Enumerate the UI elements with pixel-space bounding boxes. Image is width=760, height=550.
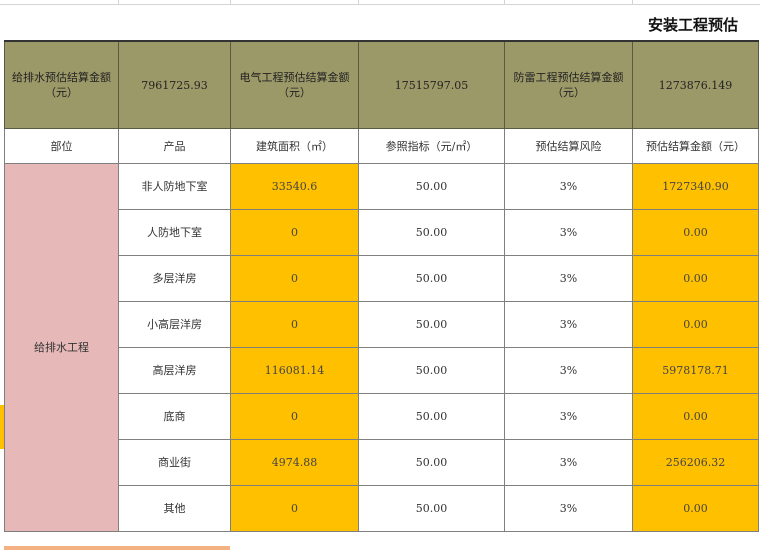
risk-cell[interactable]: 3% bbox=[504, 393, 633, 440]
spreadsheet: 安装工程预估 给排水预估结算金额（元） 7961725.93 电气工程预估结算金… bbox=[0, 0, 760, 550]
amount-cell[interactable]: 0.00 bbox=[632, 209, 759, 256]
index-cell[interactable]: 50.00 bbox=[358, 439, 505, 486]
table-row: 多层洋房 0 50.00 3% 0.00 bbox=[5, 255, 759, 302]
header-label-cell[interactable]: 防雷工程预估结算金额（元） bbox=[504, 40, 633, 129]
table-row: 高层洋房 116081.14 50.00 3% 5978178.71 bbox=[5, 347, 759, 394]
area-cell[interactable]: 0 bbox=[230, 393, 359, 440]
table-row: 商业街 4974.88 50.00 3% 256206.32 bbox=[5, 439, 759, 486]
risk-cell[interactable]: 3% bbox=[504, 485, 633, 532]
table-row: 小高层洋房 0 50.00 3% 0.00 bbox=[5, 301, 759, 348]
area-cell[interactable]: 0 bbox=[230, 209, 359, 256]
index-cell[interactable]: 50.00 bbox=[358, 347, 505, 394]
area-cell[interactable]: 33540.6 bbox=[230, 163, 359, 210]
top-grid-strip bbox=[0, 0, 760, 5]
table-row: 人防地下室 0 50.00 3% 0.00 bbox=[5, 209, 759, 256]
product-cell[interactable]: 小高层洋房 bbox=[118, 301, 231, 348]
risk-cell[interactable]: 3% bbox=[504, 439, 633, 486]
summary-row: 给排水预估结算金额（元） 7961725.93 电气工程预估结算金额（元） 17… bbox=[4, 40, 759, 129]
index-cell[interactable]: 50.00 bbox=[358, 485, 505, 532]
column-header[interactable]: 部位 bbox=[4, 128, 119, 164]
risk-cell[interactable]: 3% bbox=[504, 163, 633, 210]
amount-cell[interactable]: 0.00 bbox=[632, 485, 759, 532]
table-row: 底商 0 50.00 3% 0.00 bbox=[5, 393, 759, 440]
index-cell[interactable]: 50.00 bbox=[358, 393, 505, 440]
index-cell[interactable]: 50.00 bbox=[358, 209, 505, 256]
column-header[interactable]: 预估结算风险 bbox=[504, 128, 633, 164]
risk-cell[interactable]: 3% bbox=[504, 209, 633, 256]
product-cell[interactable]: 多层洋房 bbox=[118, 255, 231, 302]
header-value-cell[interactable]: 1273876.149 bbox=[632, 40, 759, 129]
amount-cell[interactable]: 256206.32 bbox=[632, 439, 759, 486]
area-cell[interactable]: 0 bbox=[230, 301, 359, 348]
product-cell[interactable]: 商业街 bbox=[118, 439, 231, 486]
area-cell[interactable]: 4974.88 bbox=[230, 439, 359, 486]
table-row: 给排水工程 非人防地下室 33540.6 50.00 3% 1727340.90 bbox=[4, 163, 759, 532]
risk-cell[interactable]: 3% bbox=[504, 255, 633, 302]
area-cell[interactable]: 0 bbox=[230, 485, 359, 532]
estimate-table: 给排水预估结算金额（元） 7961725.93 电气工程预估结算金额（元） 17… bbox=[4, 40, 759, 532]
index-cell[interactable]: 50.00 bbox=[358, 255, 505, 302]
column-header[interactable]: 参照指标（元/㎡） bbox=[358, 128, 505, 164]
header-value-cell[interactable]: 7961725.93 bbox=[118, 40, 231, 129]
amount-cell[interactable]: 0.00 bbox=[632, 393, 759, 440]
header-value-cell[interactable]: 17515797.05 bbox=[358, 40, 505, 129]
index-cell[interactable]: 50.00 bbox=[358, 301, 505, 348]
risk-cell[interactable]: 3% bbox=[504, 347, 633, 394]
sheet-title: 安装工程预估 bbox=[647, 16, 738, 34]
category-cell[interactable]: 给排水工程 bbox=[4, 163, 119, 532]
area-cell[interactable]: 116081.14 bbox=[230, 347, 359, 394]
product-cell[interactable]: 非人防地下室 bbox=[118, 163, 231, 210]
risk-cell[interactable]: 3% bbox=[504, 301, 633, 348]
header-label-cell[interactable]: 给排水预估结算金额（元） bbox=[4, 40, 119, 129]
product-cell[interactable]: 人防地下室 bbox=[118, 209, 231, 256]
product-cell[interactable]: 其他 bbox=[118, 485, 231, 532]
amount-cell[interactable]: 0.00 bbox=[632, 301, 759, 348]
column-header-row: 部位 产品 建筑面积（㎡） 参照指标（元/㎡） 预估结算风险 预估结算金额（元） bbox=[4, 128, 759, 164]
amount-cell[interactable]: 1727340.90 bbox=[632, 163, 759, 210]
amount-cell[interactable]: 5978178.71 bbox=[632, 347, 759, 394]
next-row-strip bbox=[4, 546, 230, 550]
product-cell[interactable]: 高层洋房 bbox=[118, 347, 231, 394]
column-header[interactable]: 建筑面积（㎡） bbox=[230, 128, 359, 164]
area-cell[interactable]: 0 bbox=[230, 255, 359, 302]
index-cell[interactable]: 50.00 bbox=[358, 163, 505, 210]
amount-cell[interactable]: 0.00 bbox=[632, 255, 759, 302]
column-header[interactable]: 产品 bbox=[118, 128, 231, 164]
header-label-cell[interactable]: 电气工程预估结算金额（元） bbox=[230, 40, 359, 129]
column-header[interactable]: 预估结算金额（元） bbox=[632, 128, 759, 164]
table-row: 其他 0 50.00 3% 0.00 bbox=[5, 485, 759, 532]
product-cell[interactable]: 底商 bbox=[118, 393, 231, 440]
